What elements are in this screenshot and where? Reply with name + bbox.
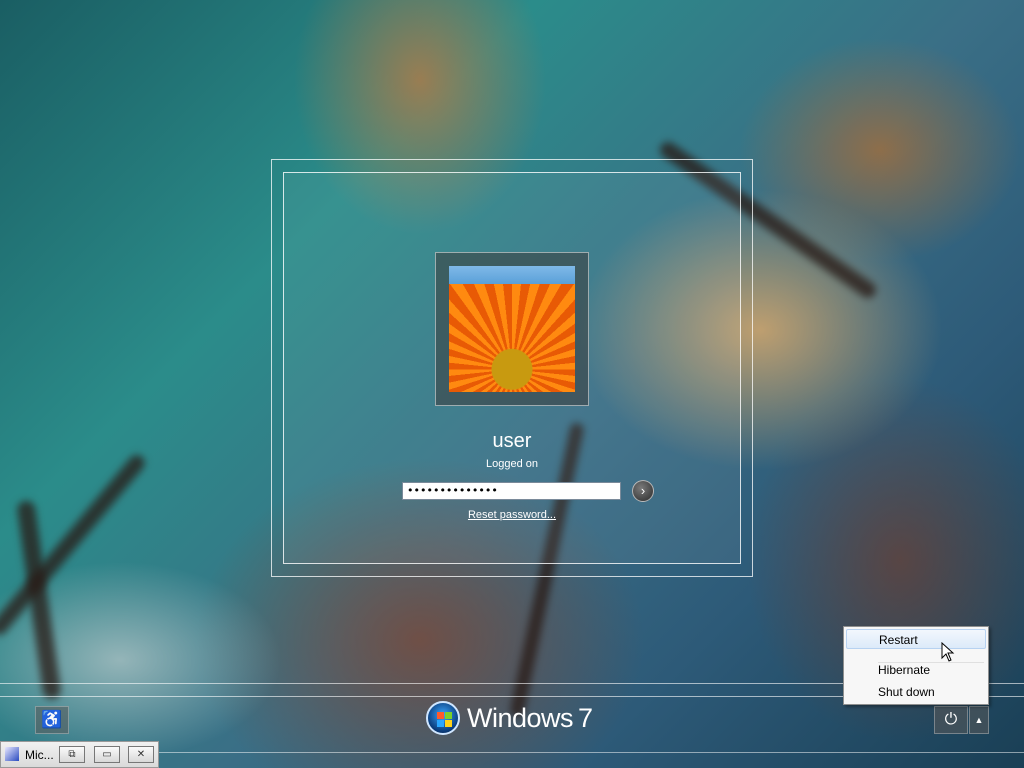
menu-item-hibernate[interactable]: Hibernate bbox=[846, 660, 986, 680]
login-panel: user Logged on •••••••••••••• › Reset pa… bbox=[271, 159, 753, 577]
mouse-cursor bbox=[941, 642, 955, 662]
avatar bbox=[449, 266, 575, 392]
app-icon bbox=[5, 747, 19, 761]
brand-text: Windows bbox=[467, 702, 574, 733]
submit-arrow-icon[interactable]: › bbox=[632, 480, 654, 502]
power-icon[interactable]: ⏻ bbox=[934, 706, 968, 734]
windows-logo-icon bbox=[426, 701, 460, 735]
reset-password-link[interactable]: Reset password... bbox=[284, 509, 740, 521]
ease-of-access-icon[interactable]: ♿ bbox=[35, 706, 69, 734]
minimized-window[interactable]: Mic... ⧉ ▭ ✕ bbox=[0, 741, 159, 768]
password-field[interactable]: •••••••••••••• bbox=[402, 482, 621, 500]
user-name: user bbox=[492, 430, 532, 452]
user-tile[interactable] bbox=[435, 252, 589, 406]
close-button[interactable]: ✕ bbox=[128, 746, 154, 763]
windows-brand: Windows 7 bbox=[426, 698, 593, 738]
minimized-window-title: Mic... bbox=[25, 748, 54, 762]
user-status: Logged on bbox=[486, 458, 538, 470]
maximize-button[interactable]: ▭ bbox=[94, 746, 120, 763]
power-menu: Restart Hibernate Shut down bbox=[843, 626, 989, 705]
login-panel-inner: user Logged on •••••••••••••• › Reset pa… bbox=[283, 172, 741, 564]
chevron-up-icon[interactable]: ▲ bbox=[969, 706, 989, 734]
restore-button[interactable]: ⧉ bbox=[59, 746, 85, 763]
menu-item-restart[interactable]: Restart bbox=[846, 629, 986, 649]
menu-item-shut-down[interactable]: Shut down bbox=[846, 682, 986, 702]
brand-version: 7 bbox=[578, 702, 594, 733]
